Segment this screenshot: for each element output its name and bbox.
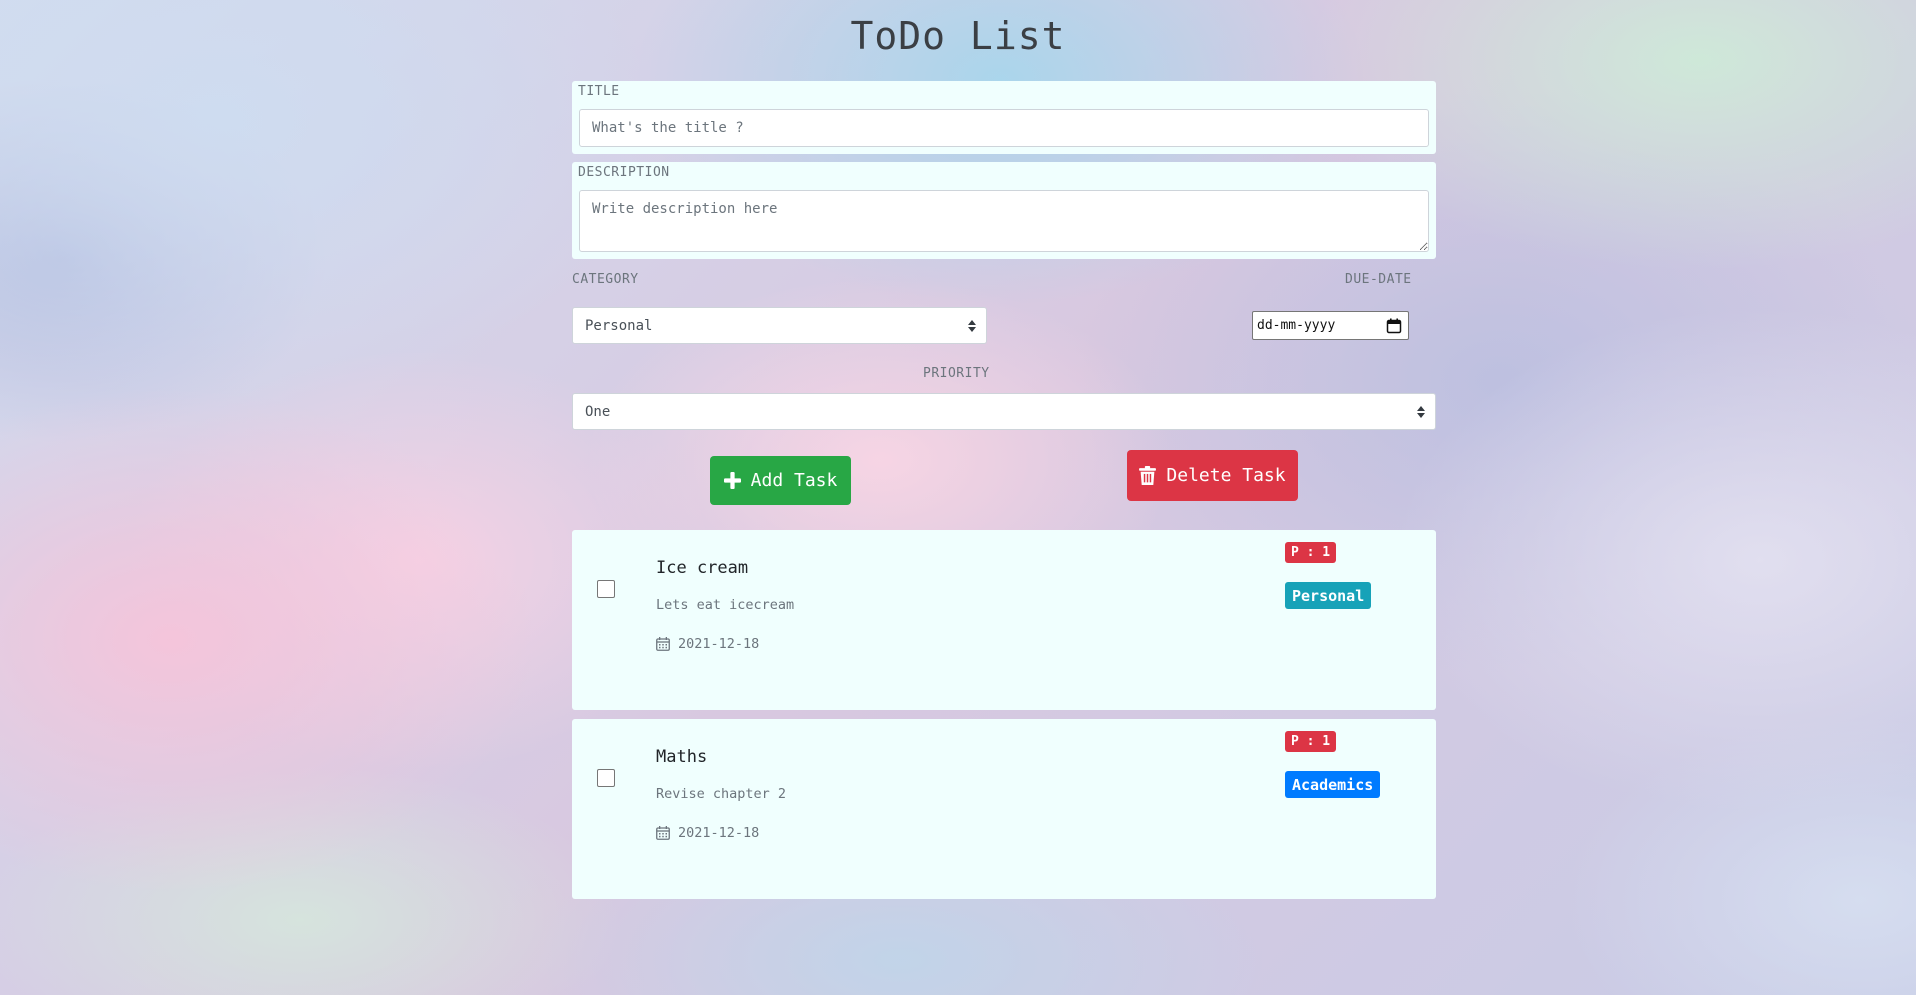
priority-label: PRIORITY bbox=[923, 366, 990, 381]
category-badge: Personal bbox=[1285, 582, 1372, 609]
title-input[interactable] bbox=[579, 109, 1429, 147]
task-due-date: 2021-12-18 bbox=[656, 636, 759, 652]
calendar-picker-icon[interactable] bbox=[1386, 318, 1402, 334]
task-title: Ice cream bbox=[656, 558, 749, 578]
add-task-label: Add Task bbox=[750, 470, 838, 491]
task-due-date: 2021-12-18 bbox=[656, 825, 759, 841]
task-description: Revise chapter 2 bbox=[656, 786, 787, 802]
select-arrows-icon bbox=[968, 319, 976, 332]
task-title: Maths bbox=[656, 747, 708, 767]
select-arrows-icon bbox=[1417, 405, 1425, 418]
priority-select[interactable]: One bbox=[572, 393, 1436, 430]
category-label: CATEGORY bbox=[572, 272, 639, 287]
page-title: ToDo List bbox=[850, 14, 1066, 58]
task-card: Ice cream Lets eat icecream 2021-12-18 P… bbox=[572, 530, 1436, 710]
add-task-button[interactable]: Add Task bbox=[710, 456, 851, 505]
category-select[interactable]: Personal bbox=[572, 307, 987, 344]
trash-icon bbox=[1139, 466, 1157, 485]
category-badge: Academics bbox=[1285, 771, 1381, 798]
task-date-text: 2021-12-18 bbox=[678, 825, 760, 841]
title-label: TITLE bbox=[578, 84, 620, 99]
delete-task-button[interactable]: Delete Task bbox=[1127, 450, 1298, 501]
task-checkbox[interactable] bbox=[597, 580, 615, 598]
due-date-input[interactable]: dd-mm-yyyy bbox=[1252, 311, 1409, 340]
plus-icon bbox=[723, 472, 741, 489]
due-date-value: dd-mm-yyyy bbox=[1257, 318, 1336, 333]
task-checkbox[interactable] bbox=[597, 769, 615, 787]
delete-task-label: Delete Task bbox=[1166, 465, 1286, 486]
task-card: Maths Revise chapter 2 2021-12-18 P : 1 … bbox=[572, 719, 1436, 899]
description-input[interactable] bbox=[579, 190, 1429, 252]
description-field-group: DESCRIPTION bbox=[572, 162, 1436, 259]
priority-badge: P : 1 bbox=[1285, 731, 1337, 752]
category-selected-value: Personal bbox=[585, 317, 653, 334]
task-date-text: 2021-12-18 bbox=[678, 636, 760, 652]
title-field-group: TITLE bbox=[572, 81, 1436, 154]
task-description: Lets eat icecream bbox=[656, 597, 795, 613]
priority-selected-value: One bbox=[585, 403, 611, 420]
priority-badge: P : 1 bbox=[1285, 542, 1337, 563]
due-date-label: DUE-DATE bbox=[1345, 272, 1412, 287]
calendar-icon bbox=[656, 637, 670, 651]
description-label: DESCRIPTION bbox=[578, 165, 670, 180]
calendar-icon bbox=[656, 826, 670, 840]
